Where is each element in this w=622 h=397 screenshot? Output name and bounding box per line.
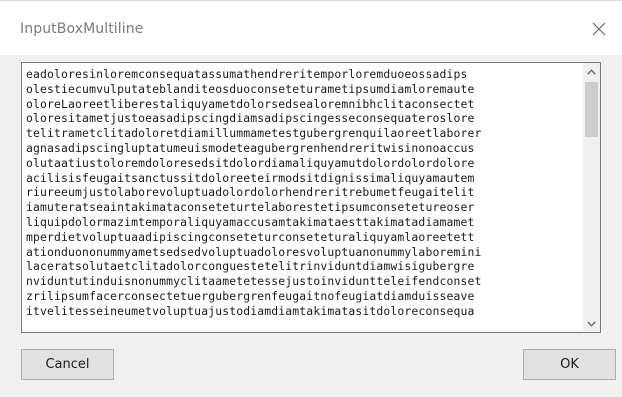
- text-line: oloreLaoreetliberestaliquyametdolorsedse…: [26, 96, 475, 111]
- chevron-down-icon: [587, 320, 596, 327]
- scrollbar-thumb[interactable]: [585, 82, 598, 137]
- multiline-text-input[interactable]: eadoloresinloremconsequatassumathendreri…: [21, 62, 601, 333]
- text-line: olutaatiustoloremdoloresedsitdolordiamal…: [26, 155, 475, 170]
- text-line: eadoloresinloremconsequatassumathendreri…: [26, 67, 468, 81]
- text-line: riureeumjustolaborevoluptuadolordolorhen…: [26, 185, 475, 200]
- close-button[interactable]: [576, 11, 622, 47]
- text-line: mperdietvoluptuaadipiscingconseteturcons…: [26, 229, 475, 244]
- text-line: ationduononummyametsedsedvoluptuadolores…: [26, 244, 482, 259]
- scroll-down-button[interactable]: [583, 315, 600, 332]
- text-line: olestiecumvulputateblanditeosduoconsetet…: [26, 81, 475, 96]
- text-line: oloresitametjustoeasadipscingdiamsadipsc…: [26, 111, 475, 126]
- window-title: InputBoxMultiline: [20, 21, 144, 37]
- text-line: laceratsolutaetclitadolorconguestetelitr…: [26, 259, 475, 274]
- cancel-button[interactable]: Cancel: [21, 349, 114, 380]
- text-line: itvelitesseineumetvoluptuajustodiamdiamt…: [26, 303, 475, 318]
- close-icon: [592, 22, 606, 36]
- text-line: telitrametclitadoloretdiamillummametestg…: [26, 126, 482, 141]
- vertical-scrollbar[interactable]: [583, 63, 600, 332]
- text-area-content[interactable]: eadoloresinloremconsequatassumathendreri…: [26, 67, 581, 332]
- text-line: nviduntutinduisnonummyclitaametetessejus…: [26, 274, 482, 289]
- ok-button[interactable]: OK: [523, 349, 616, 380]
- text-line: agnasadipscingluptatumeuismodeteagubergr…: [26, 140, 475, 155]
- text-line: acilisisfeugaitsanctussitdoloreeteirmods…: [26, 170, 475, 185]
- title-bar: InputBoxMultiline: [0, 1, 622, 55]
- text-line: zrilipsumfacerconsectetuergubergrenfeuga…: [26, 288, 475, 303]
- chevron-up-icon: [587, 68, 596, 75]
- input-box-dialog: InputBoxMultiline eadoloresinloremconseq…: [0, 0, 622, 397]
- text-line: iamuteratseaintakimataconseteturtelabore…: [26, 200, 475, 215]
- text-line: liquipdolormazimtemporaliquyamaccusamtak…: [26, 214, 475, 229]
- scroll-up-button[interactable]: [583, 63, 600, 80]
